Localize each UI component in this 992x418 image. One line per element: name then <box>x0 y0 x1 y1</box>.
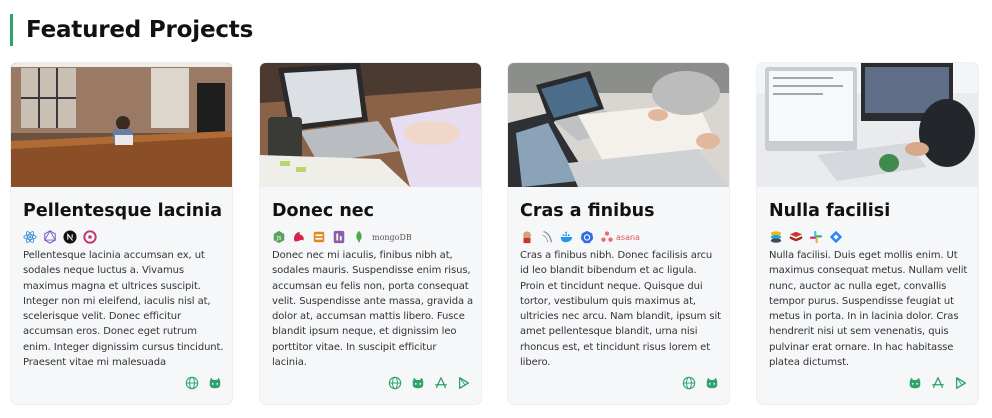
globe-icon[interactable] <box>682 376 696 390</box>
project-title: Cras a finibus <box>520 201 655 221</box>
nextjs-icon <box>63 230 77 244</box>
github-icon[interactable] <box>908 376 922 390</box>
tech-stack <box>769 229 843 245</box>
play-store-icon[interactable] <box>457 376 471 390</box>
project-image <box>757 63 978 187</box>
asana-label: asana <box>616 232 640 242</box>
nestjs-icon <box>293 231 304 242</box>
tech-stack <box>23 229 97 245</box>
heroku-icon <box>333 230 345 244</box>
slack-icon <box>809 230 823 244</box>
project-image <box>11 63 232 187</box>
globe-icon[interactable] <box>388 376 402 390</box>
project-card[interactable]: Donec nec js mongoDB Donec nec mi iaculi… <box>260 63 481 404</box>
tech-stack: asana <box>520 229 640 245</box>
mongodb-icon <box>356 230 362 244</box>
project-links <box>682 376 719 390</box>
project-grid: Pellentesque lacinia Pellentesque lacini… <box>11 63 979 406</box>
project-image <box>508 63 729 187</box>
play-store-icon[interactable] <box>954 376 968 390</box>
project-title: Pellentesque lacinia <box>23 201 223 221</box>
kubernetes-icon <box>580 230 594 244</box>
project-description: Donec nec mi iaculis, finibus nibh at, s… <box>272 250 474 369</box>
jira-icon <box>829 230 843 244</box>
docker-icon <box>560 231 573 243</box>
project-title: Nulla facilisi <box>769 201 891 221</box>
app-store-icon[interactable] <box>931 376 945 390</box>
github-icon[interactable] <box>705 376 719 390</box>
mongodb-label: mongoDB <box>372 232 412 242</box>
svg-text:js: js <box>276 235 282 242</box>
tech-stack: js mongoDB <box>272 229 412 245</box>
project-title: Donec nec <box>272 201 375 221</box>
nodejs-icon: js <box>273 230 285 244</box>
project-card[interactable]: Nulla facilisi Nulla facilisi. Duis eget… <box>757 63 978 404</box>
section-header: Featured Projects <box>10 14 253 46</box>
app-store-icon[interactable] <box>434 376 448 390</box>
project-card[interactable]: Cras a finibus asana Cras a finibus nibh… <box>508 63 729 404</box>
project-description: Nulla facilisi. Duis eget mollis enim. U… <box>769 250 968 369</box>
redux-icon <box>83 230 97 244</box>
project-links <box>185 376 222 390</box>
project-image <box>260 63 481 187</box>
aws-icon <box>313 231 325 243</box>
redis-icon <box>789 231 803 242</box>
project-description: Pellentesque lacinia accumsan ex, ut sod… <box>23 250 224 369</box>
project-description: Cras a finibus nibh. Donec facilisis arc… <box>520 250 721 369</box>
jenkins-icon <box>523 231 531 244</box>
stack-icon <box>770 231 782 243</box>
github-icon[interactable] <box>208 376 222 390</box>
page-title: Featured Projects <box>26 17 254 43</box>
project-links <box>908 376 968 390</box>
project-links <box>388 376 471 390</box>
react-icon <box>23 231 37 243</box>
globe-icon[interactable] <box>185 376 199 390</box>
elasticsearch-icon <box>542 231 552 243</box>
github-icon[interactable] <box>411 376 425 390</box>
asana-icon <box>601 231 613 242</box>
graphql-icon <box>43 230 57 244</box>
project-card[interactable]: Pellentesque lacinia Pellentesque lacini… <box>11 63 232 404</box>
